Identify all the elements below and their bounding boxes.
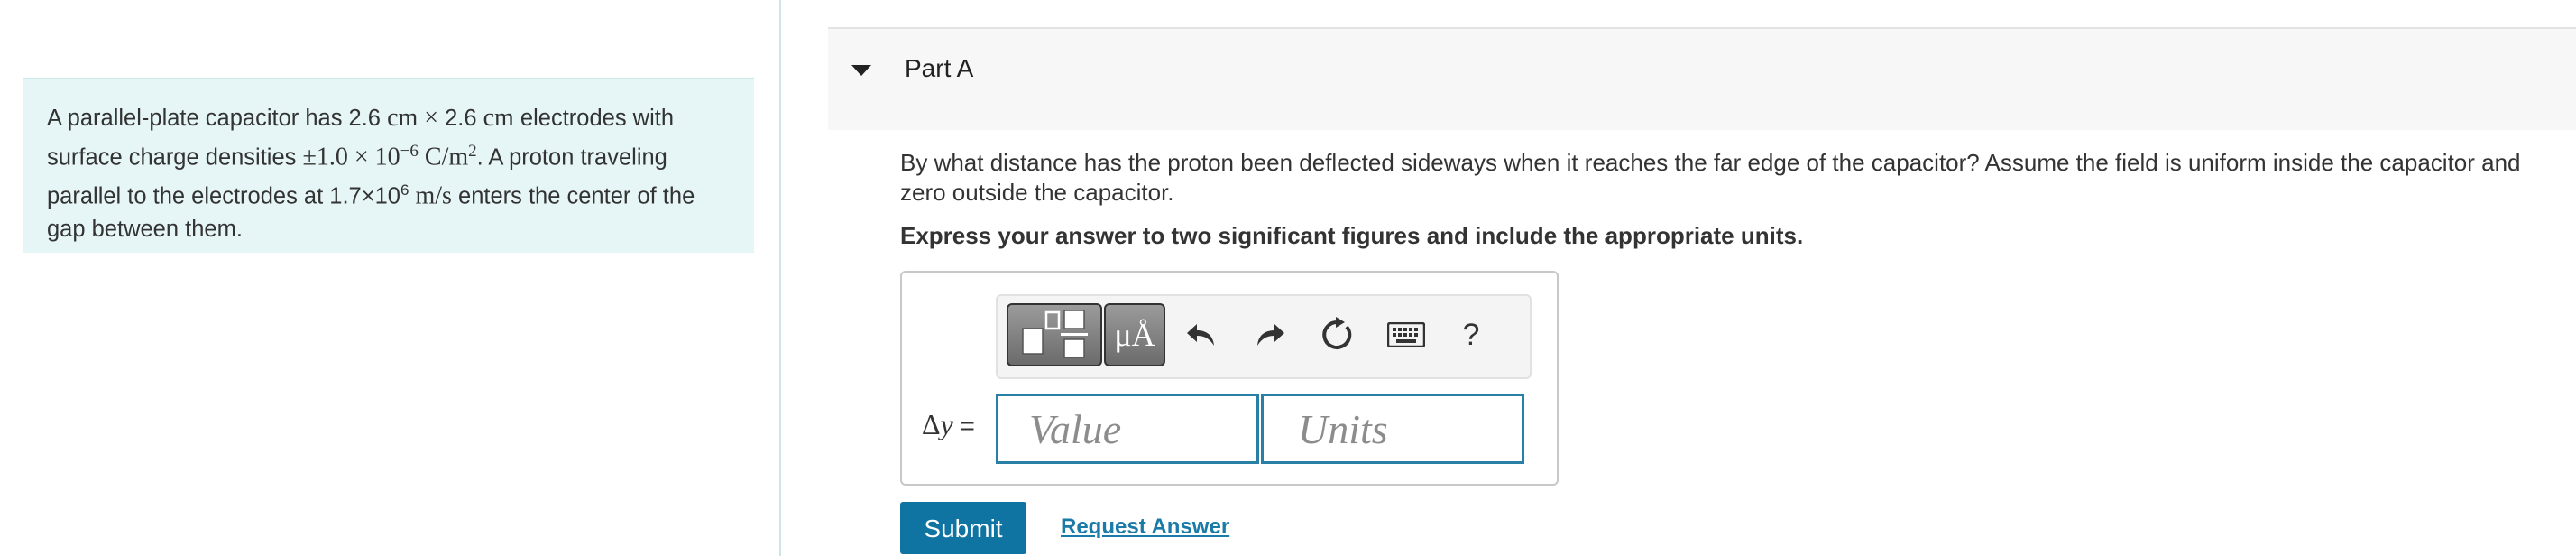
unit-cm: cm: [483, 104, 514, 132]
question-text: By what distance has the proton been def…: [900, 149, 2521, 206]
exponent: 2: [468, 141, 477, 161]
coefficient: 1.0: [316, 143, 348, 171]
units-input[interactable]: [1261, 394, 1524, 464]
panel-divider: [779, 0, 781, 556]
answer-variable-label: Δy =: [922, 408, 975, 441]
variable-y: y: [940, 408, 953, 440]
templates-button[interactable]: [1007, 303, 1102, 366]
submit-button[interactable]: Submit: [900, 502, 1026, 554]
unit-charge-density: C/m: [418, 143, 469, 171]
reset-icon[interactable]: [1315, 312, 1360, 357]
keyboard-icon[interactable]: [1384, 312, 1429, 357]
help-icon[interactable]: ?: [1449, 312, 1494, 357]
exponent: −6: [400, 141, 419, 161]
delta-symbol: Δ: [922, 408, 941, 440]
undo-icon[interactable]: [1180, 312, 1225, 357]
collapse-caret-icon[interactable]: [851, 65, 871, 76]
unit-cm: cm: [387, 104, 419, 132]
problem-text: A parallel-plate capacitor has 2.6: [47, 106, 388, 131]
redo-icon[interactable]: [1247, 312, 1292, 357]
problem-statement: A parallel-plate capacitor has 2.6 cm × …: [23, 78, 754, 253]
problem-text: 2.6: [445, 106, 483, 131]
plus-minus: ±: [302, 143, 317, 171]
part-title[interactable]: Part A: [905, 54, 973, 83]
power-base: 10: [374, 143, 400, 171]
equals-sign: =: [952, 412, 975, 440]
times-sign: ×: [418, 104, 446, 132]
times-sign: ×: [347, 143, 375, 171]
value-input[interactable]: [996, 394, 1259, 464]
templates-icon: [1022, 310, 1088, 358]
units-button[interactable]: μÅ: [1104, 303, 1165, 366]
part-header[interactable]: [828, 27, 2576, 130]
request-answer-link[interactable]: Request Answer: [1061, 514, 1229, 540]
instruction-text: Express your answer to two significant f…: [900, 222, 1804, 249]
unit-velocity: m/s: [409, 181, 452, 209]
